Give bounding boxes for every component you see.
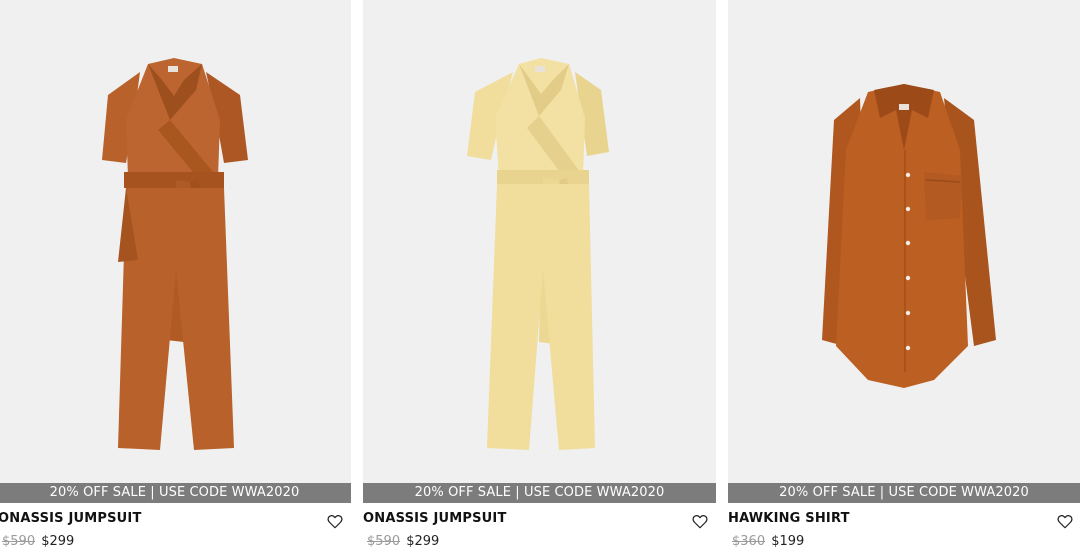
heart-icon[interactable] xyxy=(326,512,344,530)
jumpsuit-image xyxy=(102,58,248,450)
product-image[interactable] xyxy=(363,0,716,483)
label-tag xyxy=(168,66,178,72)
product-name[interactable]: ONASSIS JUMPSUIT xyxy=(0,511,142,526)
sale-price: $299 xyxy=(41,534,75,549)
garment-shape xyxy=(102,58,248,450)
promo-banner: 20% OFF SALE | USE CODE WWA2020 xyxy=(728,483,1080,503)
label-tag xyxy=(899,104,909,110)
product-image[interactable] xyxy=(0,0,351,483)
product-card[interactable]: 20% OFF SALE | USE CODE WWA2020 ONASSIS … xyxy=(363,0,716,554)
product-card[interactable]: 20% OFF SALE | USE CODE WWA2020 ONASSIS … xyxy=(0,0,351,554)
label-tag xyxy=(535,66,545,72)
price-row: $590 $299 xyxy=(367,534,439,549)
product-card[interactable]: 20% OFF SALE | USE CODE WWA2020 HAWKING … xyxy=(728,0,1080,554)
jumpsuit-image xyxy=(467,58,609,450)
product-name[interactable]: ONASSIS JUMPSUIT xyxy=(363,511,507,526)
price-row: $590 $299 xyxy=(2,534,74,549)
product-name[interactable]: HAWKING SHIRT xyxy=(728,511,850,526)
sale-price: $199 xyxy=(771,534,805,549)
garment-shape xyxy=(467,58,609,450)
shirt-image xyxy=(822,84,996,388)
promo-banner: 20% OFF SALE | USE CODE WWA2020 xyxy=(0,483,351,503)
original-price: $360 xyxy=(732,534,766,549)
original-price: $590 xyxy=(2,534,36,549)
garment-shape xyxy=(822,84,996,388)
product-grid: 20% OFF SALE | USE CODE WWA2020 ONASSIS … xyxy=(0,0,1080,554)
promo-banner: 20% OFF SALE | USE CODE WWA2020 xyxy=(363,483,716,503)
heart-icon[interactable] xyxy=(1056,512,1074,530)
product-image[interactable] xyxy=(728,0,1080,483)
original-price: $590 xyxy=(367,534,401,549)
price-row: $360 $199 xyxy=(732,534,804,549)
sale-price: $299 xyxy=(406,534,440,549)
heart-icon[interactable] xyxy=(691,512,709,530)
